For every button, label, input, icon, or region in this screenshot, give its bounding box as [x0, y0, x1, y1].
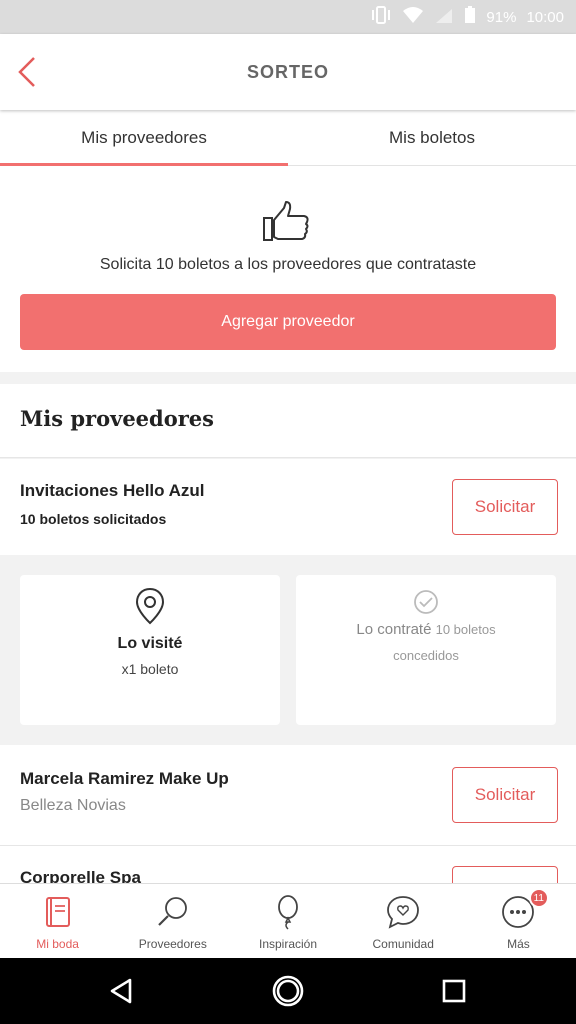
visited-title: Lo visité: [117, 635, 183, 652]
vendor-name: Marcela Ramirez Make Up: [20, 769, 229, 788]
battery-icon: [464, 5, 476, 29]
app-header: SORTEO: [0, 34, 576, 110]
hired-detail-2: concedidos: [393, 648, 459, 663]
notification-badge: 11: [528, 888, 549, 908]
nav-label: Inspiración: [258, 937, 318, 951]
promo-text: Solicita 10 boletos a los proveedores qu…: [99, 256, 477, 273]
nav-label: Más: [507, 937, 530, 951]
chat-heart-icon: [387, 896, 420, 929]
add-vendor-button[interactable]: Agregar proveedor: [20, 294, 556, 350]
vendor-row: Invitaciones Hello Azul 10 boletos solic…: [0, 459, 576, 555]
visited-card[interactable]: Lo visité x1 boleto: [20, 575, 280, 725]
hired-title: Lo contraté: [356, 621, 432, 638]
nav-label: Comunidad: [372, 937, 434, 951]
vendor-name: Invitaciones Hello Azul: [20, 481, 205, 500]
page-title: SORTEO: [246, 61, 329, 82]
section-title: Mis proveedores: [20, 406, 214, 431]
vendor-subtitle: 10 boletos solicitados: [20, 511, 167, 527]
promo-section: Solicita 10 boletos a los proveedores qu…: [0, 166, 576, 372]
wifi-icon: [402, 6, 424, 29]
nav-comunidad[interactable]: Comunidad: [346, 884, 461, 958]
home-circle-icon[interactable]: [270, 973, 306, 1009]
location-pin-icon: [135, 587, 165, 625]
back-button[interactable]: [16, 54, 40, 90]
back-triangle-icon[interactable]: [106, 975, 138, 1007]
section-header: Mis proveedores: [0, 384, 576, 458]
visited-subtitle: x1 boleto: [121, 661, 179, 677]
system-nav-bar: [0, 958, 576, 1024]
clock: 10:00: [526, 8, 564, 26]
nav-mi-boda[interactable]: Mi boda: [0, 884, 115, 958]
nav-label: Mi boda: [36, 937, 79, 951]
tab-mis-boletos[interactable]: Mis boletos: [288, 110, 576, 165]
tab-mis-proveedores[interactable]: Mis proveedores: [0, 110, 288, 166]
hired-detail-1: 10 boletos: [435, 622, 496, 637]
magnifier-icon: [158, 897, 187, 926]
ticket-cards: Lo visité x1 boleto Lo contraté 10 bolet…: [0, 555, 576, 745]
notebook-icon: [45, 897, 70, 927]
vendor-subtitle: Belleza Novias: [20, 797, 126, 814]
request-button[interactable]: Solicitar: [452, 479, 558, 535]
nav-label: Proveedores: [138, 937, 207, 951]
chevron-left-icon: [18, 57, 35, 87]
nav-inspiracion[interactable]: Inspiración: [230, 884, 345, 958]
status-bar: 91% 10:00: [0, 0, 576, 34]
nav-mas[interactable]: 11 Más: [461, 884, 576, 958]
tab-bar: Mis proveedores Mis boletos: [0, 110, 576, 166]
vendor-row: Marcela Ramirez Make Up Belleza Novias S…: [0, 745, 576, 845]
balloon-icon: [278, 895, 298, 930]
bottom-nav: Mi boda Proveedores Inspiración Comunida…: [0, 883, 576, 958]
hired-text: Lo contraté 10 boletos concedidos: [316, 617, 536, 669]
vendor-row: Corporelle Spa Solicitar: [0, 845, 576, 885]
signal-icon: [434, 6, 454, 29]
thumbs-up-icon: [263, 201, 309, 241]
battery-level: 91%: [486, 8, 517, 26]
check-circle-icon: [414, 590, 438, 614]
request-button[interactable]: Solicitar: [452, 767, 558, 823]
nav-proveedores[interactable]: Proveedores: [115, 884, 230, 958]
hired-card[interactable]: Lo contraté 10 boletos concedidos: [296, 575, 556, 725]
vibrate-icon: [370, 5, 392, 29]
recents-square-icon[interactable]: [438, 975, 470, 1007]
